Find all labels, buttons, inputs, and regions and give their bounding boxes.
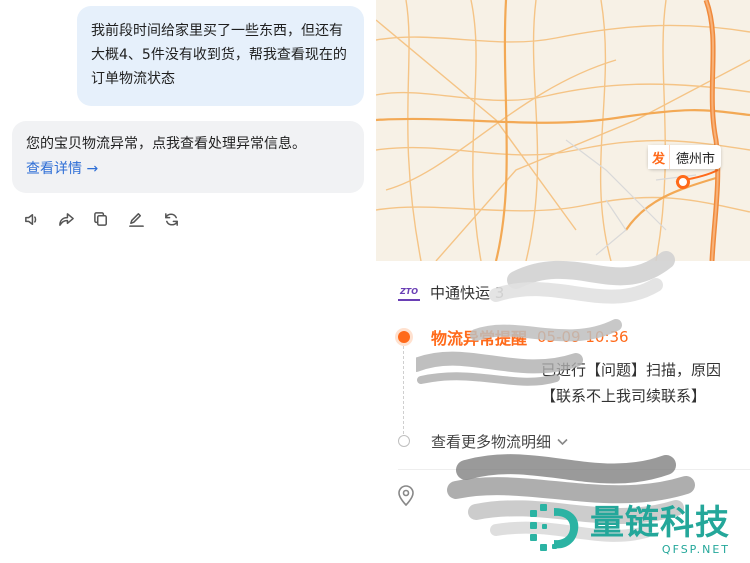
- carrier-row: ZTO 中通快运 3: [398, 280, 504, 304]
- map-roads: [376, 0, 750, 261]
- user-message-text: 我前段时间给家里买了一些东西，但还有大概4、5件没有收到货，帮我查看现在的订单物…: [91, 23, 347, 87]
- status-detail: 已进行【问题】扫描，原因 【联系不上我司续联系】: [541, 357, 750, 409]
- timeline-more-dot: [398, 435, 410, 447]
- logistics-panel: 发 德州市 ZTO 中通快运 3 物流异常提醒 05-09 10:36 已进行【…: [376, 0, 750, 563]
- carrier-logo-icon: ZTO: [398, 283, 420, 301]
- route-map[interactable]: 发 德州市: [376, 0, 750, 261]
- carrier-name: 中通快运 3: [430, 283, 505, 302]
- location-pin-icon: [396, 484, 416, 507]
- origin-city-label: 发 德州市: [648, 145, 722, 169]
- view-more-tracking-link[interactable]: 查看更多物流明细: [431, 430, 569, 452]
- screenshot-root: 我前段时间给家里买了一些东西，但还有大概4、5件没有收到货，帮我查看现在的订单物…: [0, 0, 750, 563]
- watermark: 量链科技 QFSP.NET: [524, 500, 730, 558]
- chevron-down-icon: [557, 438, 568, 445]
- status-detail-line-2: 【联系不上我司续联系】: [541, 387, 707, 405]
- origin-location-icon: [676, 175, 690, 189]
- status-title: 物流异常提醒: [431, 329, 528, 348]
- assistant-message-bubble[interactable]: 您的宝贝物流异常，点我查看处理异常信息。 查看详情 →: [12, 121, 364, 193]
- speaker-icon[interactable]: [22, 210, 40, 228]
- timeline-current-dot: [398, 331, 410, 343]
- message-action-bar: [22, 208, 180, 230]
- assistant-message-text: 您的宝贝物流异常，点我查看处理异常信息。: [26, 136, 306, 152]
- chat-panel: 我前段时间给家里买了一些东西，但还有大概4、5件没有收到货，帮我查看现在的订单物…: [0, 0, 376, 563]
- edit-icon[interactable]: [127, 210, 145, 228]
- card-divider: [398, 469, 750, 470]
- watermark-logo-icon: [530, 504, 579, 551]
- timeline-connector: [403, 346, 404, 434]
- watermark-text: 量链科技 QFSP.NET: [590, 503, 730, 556]
- view-more-label: 查看更多物流明细: [431, 432, 552, 451]
- watermark-title: 量链科技: [590, 502, 730, 543]
- copy-icon[interactable]: [92, 210, 110, 228]
- origin-tag: 发: [648, 145, 670, 169]
- view-details-link[interactable]: 查看详情 →: [26, 157, 350, 182]
- status-time: 05-09 10:36: [537, 328, 629, 346]
- share-icon[interactable]: [57, 210, 75, 228]
- status-row: 物流异常提醒 05-09 10:36: [431, 325, 629, 349]
- origin-city-name: 德州市: [676, 151, 716, 167]
- watermark-subtitle: QFSP.NET: [661, 542, 730, 556]
- status-detail-line-1: 已进行【问题】扫描，原因: [541, 361, 722, 379]
- user-message-bubble: 我前段时间给家里买了一些东西，但还有大概4、5件没有收到货，帮我查看现在的订单物…: [77, 6, 364, 106]
- regenerate-icon[interactable]: [162, 210, 180, 228]
